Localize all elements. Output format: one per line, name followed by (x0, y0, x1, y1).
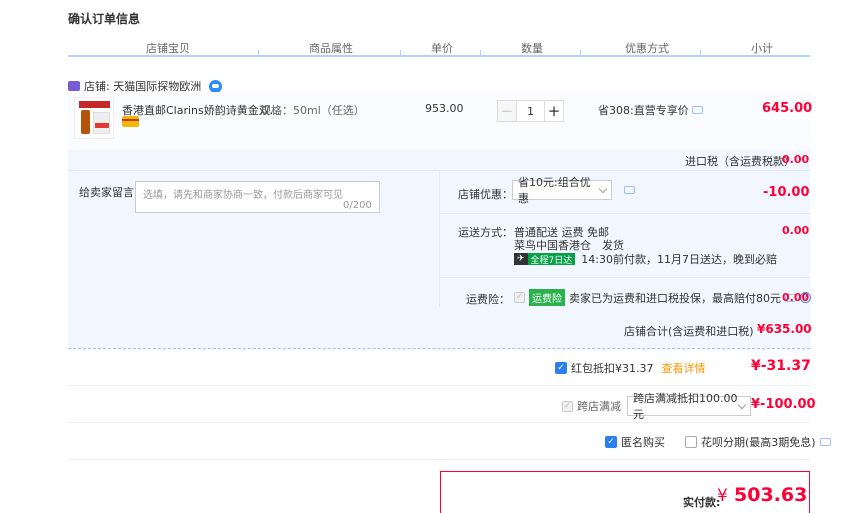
shop-discount-value: -10.00 (763, 185, 810, 200)
comment-icon[interactable] (692, 106, 704, 114)
import-tax-label: 进口税（含运费税款） (685, 155, 795, 168)
quantity-stepper: − 1 + (497, 100, 564, 122)
credit-card-icon (122, 116, 139, 127)
message-placeholder: 选填，请先和商家协商一致，付款后商家可见 (143, 190, 343, 201)
header-separator (480, 50, 481, 55)
cross-store-row: ✓ 跨店满减 跨店满减抵扣100.00元 (562, 392, 751, 421)
anonymous-checkbox[interactable]: ✓ (605, 436, 617, 448)
import-tax-value: 0.00 (782, 153, 810, 166)
comment-icon[interactable] (819, 438, 831, 446)
item-row (68, 92, 810, 150)
huabei-checkbox[interactable] (685, 436, 697, 448)
huabei-label: 花呗分期(最高3期免息) (701, 436, 816, 449)
shop-total-value: ¥635.00 (757, 322, 812, 336)
column-header-quantity: 数量 (521, 42, 543, 55)
redpack-checkbox[interactable]: ✓ (555, 362, 567, 374)
row-divider (440, 277, 810, 278)
anonymous-row: ✓ 匿名购买 (605, 434, 665, 450)
shipping-label: 运送方式： (458, 226, 513, 239)
unit-price: 953.00 (425, 102, 464, 115)
insurance-value: 0.00 (782, 291, 810, 304)
shop-icon (68, 81, 80, 91)
comment-icon[interactable] (624, 186, 635, 194)
header-separator (700, 50, 701, 55)
delivery-badge-label: 全程7日达 (527, 253, 576, 266)
redpack-text: 红包抵扣¥31.37 (571, 362, 654, 375)
row-divider (68, 385, 810, 386)
row-divider (68, 422, 810, 423)
message-char-count: 0/200 (343, 200, 372, 211)
insurance-row: ✓ 运费险 卖家已为运费和进口税投保，最高赔付80元 ? (514, 289, 811, 306)
cross-store-label: 跨店满减 (577, 400, 621, 413)
column-header-discount: 优惠方式 (625, 42, 669, 55)
product-image[interactable] (74, 97, 114, 139)
shipping-promise-text: 14:30前付款，11月7日送达，晚到必赔 (581, 253, 777, 266)
shop-discount-selected: 省10元:组合优惠 (518, 176, 591, 205)
shop-discount-label: 店铺优惠： (458, 188, 513, 201)
row-divider (440, 213, 810, 214)
item-discount: 省308:直营专享价 (598, 102, 704, 118)
cross-store-select[interactable]: 跨店满减抵扣100.00元 (627, 392, 751, 421)
chat-wangwang-icon[interactable] (209, 79, 223, 93)
redpack-detail-link[interactable]: 查看详情 (662, 360, 706, 376)
huabei-row: 花呗分期(最高3期免息) (685, 434, 831, 450)
product-spec: 规格：50ml（任选） (260, 104, 365, 117)
column-header-item: 店铺宝贝 (146, 42, 190, 55)
chevron-down-icon (598, 184, 608, 193)
quantity-input[interactable]: 1 (517, 100, 544, 122)
column-header-attributes: 商品属性 (309, 42, 353, 55)
item-discount-label: 省308:直营专享价 (598, 104, 689, 117)
payment-label: 实付款: (683, 496, 721, 509)
dashed-divider (68, 348, 810, 349)
insurance-badge: 运费险 (529, 289, 565, 306)
cross-store-selected: 跨店满减抵扣100.00元 (633, 392, 738, 421)
chevron-down-icon (738, 400, 747, 409)
cross-store-value: ¥-100.00 (751, 397, 816, 412)
product-title-link[interactable]: 香港直邮Clarins娇韵诗黄金双... (122, 102, 280, 118)
payment-currency: ¥ (717, 486, 728, 506)
insurance-text: 卖家已为运费和进口税投保，最高赔付80元 (569, 291, 781, 305)
anonymous-label: 匿名购买 (621, 436, 665, 449)
cross-store-checkbox: ✓ (562, 400, 573, 412)
plane-icon: ✈ (514, 253, 528, 265)
payment-amount: 503.63 (734, 484, 808, 506)
column-header-subtotal: 小计 (751, 42, 773, 55)
shipping-promise: ✈ 全程7日达 14:30前付款，11月7日送达，晚到必赔 (514, 251, 777, 267)
shipping-value: 0.00 (782, 224, 810, 237)
decrease-quantity-button[interactable]: − (497, 100, 517, 122)
header-separator (258, 50, 259, 55)
header-separator (580, 50, 581, 55)
redpack-row: ✓ 红包抵扣¥31.37 查看详情 (555, 360, 706, 376)
page-title: 确认订单信息 (68, 12, 141, 26)
insurance-label: 运费险： (466, 293, 510, 306)
shop-discount-select[interactable]: 省10元:组合优惠 (512, 176, 612, 205)
row-divider (68, 459, 810, 460)
item-subtotal: 645.00 (762, 101, 813, 116)
vertical-divider (439, 171, 440, 307)
column-header-unit-price: 单价 (431, 42, 453, 55)
redpack-value: ¥-31.37 (751, 358, 811, 374)
delivery-badge: ✈ 全程7日达 (514, 253, 576, 266)
header-divider (68, 55, 810, 57)
increase-quantity-button[interactable]: + (544, 100, 564, 122)
header-separator (400, 50, 401, 55)
shop-total-label: 店铺合计(含运费和进口税) (624, 325, 754, 338)
insurance-checkbox: ✓ (514, 292, 525, 303)
